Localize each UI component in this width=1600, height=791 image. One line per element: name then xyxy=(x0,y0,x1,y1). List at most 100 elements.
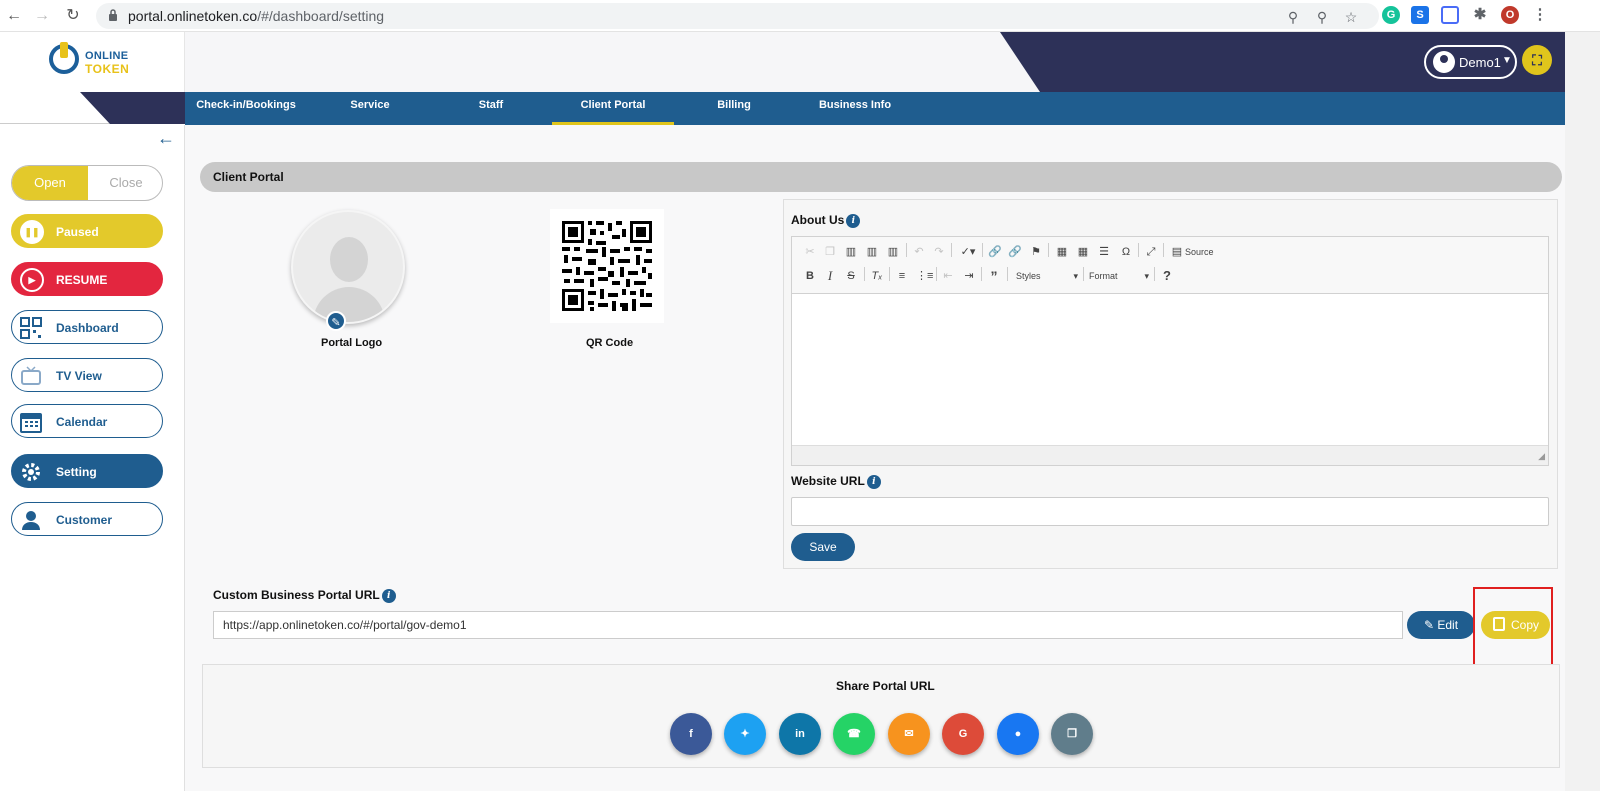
page-edge-strip xyxy=(1565,32,1600,791)
help-icon[interactable]: ? xyxy=(1160,268,1174,284)
toolbar-divider xyxy=(889,267,890,281)
resume-button[interactable]: ▶ RESUME xyxy=(11,262,163,296)
gear-icon xyxy=(22,463,40,481)
toolbar-divider xyxy=(982,243,983,257)
maximize-icon[interactable]: ⤢ xyxy=(1144,244,1158,260)
edit-logo-pencil-icon[interactable]: ✎ xyxy=(326,311,346,331)
sidebar-item-customer[interactable]: Customer xyxy=(11,502,163,536)
email-icon: ✉ xyxy=(904,728,914,740)
bold-icon[interactable]: B xyxy=(803,268,817,284)
custom-url-input[interactable]: https://app.onlinetoken.co/#/portal/gov-… xyxy=(213,611,1403,639)
format-dropdown[interactable]: Format ▾ xyxy=(1089,268,1149,284)
profile-avatar[interactable]: O xyxy=(1501,6,1519,24)
strikethrough-icon[interactable]: S xyxy=(844,268,858,284)
rich-text-editor[interactable]: ✂ ❐ ▥ ▥ ▥ ↶ ↷ ✓▾ 🔗 🔗 ⚑ ▦ ▦ ☰ Ω ⤢ ▤ Sourc… xyxy=(791,236,1549,466)
unlink-icon[interactable]: 🔗 xyxy=(1008,244,1022,260)
blockquote-icon[interactable]: ” xyxy=(987,268,1001,284)
toggle-close[interactable]: Close xyxy=(88,166,162,200)
google-share-button[interactable]: G xyxy=(942,713,984,755)
info-icon[interactable]: i xyxy=(866,474,881,489)
table-icon[interactable]: ▦ xyxy=(1076,244,1090,260)
portal-logo-placeholder[interactable] xyxy=(291,210,405,324)
source-button[interactable]: Source xyxy=(1185,244,1214,260)
whatsapp-icon: ☎ xyxy=(847,728,861,740)
save-button[interactable]: Save xyxy=(791,533,855,561)
pause-icon: ❚❚ xyxy=(20,220,44,244)
editor-status-bar: ◢ xyxy=(792,445,1548,465)
numbered-list-icon[interactable]: ≡ xyxy=(895,268,909,284)
open-close-toggle[interactable]: Open Close xyxy=(11,165,163,201)
copy-doc-icon[interactable]: ❐ xyxy=(823,244,837,260)
edit-url-button[interactable]: ✎ Edit xyxy=(1407,611,1475,639)
zoom-icon[interactable]: ⚲ xyxy=(1313,8,1331,26)
toolbar-divider xyxy=(1048,243,1049,257)
bulleted-list-icon[interactable]: ⋮≡ xyxy=(916,268,933,284)
info-icon[interactable]: i xyxy=(846,213,861,228)
clear-format-icon[interactable]: Tₓ xyxy=(870,268,884,284)
extension-s-icon[interactable]: S xyxy=(1411,6,1429,24)
messenger-share-button[interactable]: ● xyxy=(997,713,1039,755)
toolbar-divider xyxy=(1138,243,1139,257)
messenger-icon: ● xyxy=(1014,728,1022,740)
tab-client-portal[interactable]: Client Portal xyxy=(552,92,674,125)
section-title: Client Portal xyxy=(213,170,284,184)
indent-icon[interactable]: ⇥ xyxy=(962,268,976,284)
tab-check-in-bookings[interactable]: Check-in/Bookings xyxy=(185,92,307,125)
tab-service[interactable]: Service xyxy=(309,92,431,125)
star-icon[interactable]: ☆ xyxy=(1342,8,1360,26)
link-icon[interactable]: 🔗 xyxy=(988,244,1002,260)
email-share-button[interactable]: ✉ xyxy=(888,713,930,755)
paste-word-icon[interactable]: ▥ xyxy=(886,244,900,260)
paste-icon[interactable]: ▥ xyxy=(844,244,858,260)
horizontal-line-icon[interactable]: ☰ xyxy=(1097,244,1111,260)
toggle-open[interactable]: Open xyxy=(12,166,88,200)
collapse-sidebar-icon[interactable]: ← xyxy=(157,128,175,149)
undo-icon[interactable]: ↶ xyxy=(912,244,926,260)
sidebar-item-calendar[interactable]: Calendar xyxy=(11,404,163,438)
resize-handle-icon[interactable]: ◢ xyxy=(1538,451,1545,462)
address-bar[interactable]: portal.onlinetoken.co/#/dashboard/settin… xyxy=(96,3,1379,29)
fullscreen-button[interactable]: ⛶ xyxy=(1522,45,1552,75)
source-doc-icon: ▤ xyxy=(1171,246,1183,258)
tv-icon xyxy=(21,366,41,385)
user-name: Demo1 xyxy=(1459,55,1501,70)
back-icon[interactable]: ← xyxy=(3,5,25,27)
forward-icon[interactable]: → xyxy=(31,5,53,27)
reload-icon[interactable]: ↻ xyxy=(62,5,84,27)
paste-text-icon[interactable]: ▥ xyxy=(865,244,879,260)
special-char-omega-icon[interactable]: Ω xyxy=(1119,244,1133,260)
tab-business-info[interactable]: Business Info xyxy=(794,92,916,125)
sidebar-item-tv-view[interactable]: TV View xyxy=(11,358,163,392)
pencil-icon: ✎ xyxy=(1423,618,1435,632)
image-icon[interactable]: ▦ xyxy=(1055,244,1069,260)
sidebar-item-setting[interactable]: Setting xyxy=(11,454,163,488)
browser-toolbar: ← → ↻ portal.onlinetoken.co/#/dashboard/… xyxy=(0,0,1600,32)
website-url-input[interactable] xyxy=(791,497,1549,526)
tab-staff[interactable]: Staff xyxy=(430,92,552,125)
resume-label: RESUME xyxy=(56,273,108,287)
extensions-puzzle-icon[interactable]: ✱ xyxy=(1471,6,1489,24)
paused-button[interactable]: ❚❚ Paused xyxy=(11,214,163,248)
copy-link-share-button[interactable]: ❐ xyxy=(1051,713,1093,755)
styles-dropdown[interactable]: Styles ▾ xyxy=(1016,268,1078,284)
whatsapp-share-button[interactable]: ☎ xyxy=(833,713,875,755)
cut-icon[interactable]: ✂ xyxy=(803,244,817,260)
anchor-flag-icon[interactable]: ⚑ xyxy=(1029,244,1043,260)
spellcheck-icon[interactable]: ✓▾ xyxy=(958,244,978,260)
facebook-share-button[interactable]: f xyxy=(670,713,712,755)
info-icon[interactable]: i xyxy=(381,588,396,603)
italic-icon[interactable]: I xyxy=(823,268,837,284)
key-icon[interactable]: ⚲ xyxy=(1284,8,1302,26)
grammarly-extension-icon[interactable]: G xyxy=(1382,6,1400,24)
outdent-icon[interactable]: ⇤ xyxy=(941,268,955,284)
sidebar-item-dashboard[interactable]: Dashboard xyxy=(11,310,163,344)
browser-menu-icon[interactable]: ⋮ xyxy=(1531,6,1549,24)
redo-icon[interactable]: ↷ xyxy=(932,244,946,260)
twitter-share-button[interactable]: ✦ xyxy=(724,713,766,755)
tab-billing[interactable]: Billing xyxy=(673,92,795,125)
screen-record-extension-icon[interactable] xyxy=(1441,6,1459,24)
user-menu-button[interactable]: Demo1 ▼ xyxy=(1424,45,1517,79)
linkedin-share-button[interactable]: in xyxy=(779,713,821,755)
toolbar-divider xyxy=(936,267,937,281)
chevron-down-icon: ▾ xyxy=(1073,271,1078,281)
